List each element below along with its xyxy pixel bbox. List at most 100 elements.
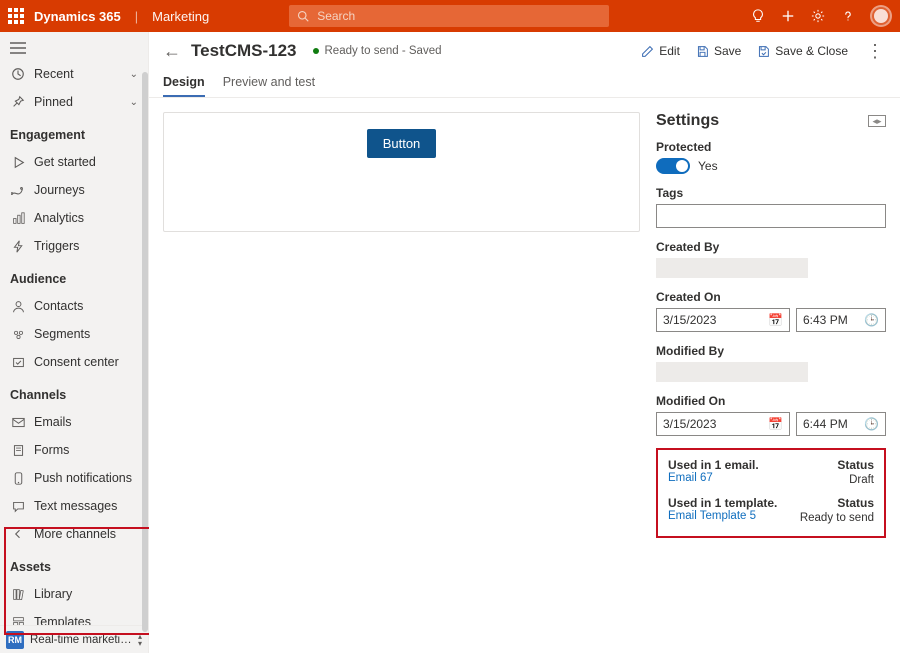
- template-icon: [10, 614, 26, 625]
- nav-label: Forms: [34, 443, 69, 457]
- nav-get-started[interactable]: Get started: [0, 148, 148, 176]
- consent-icon: [10, 354, 26, 370]
- nav-analytics[interactable]: Analytics: [0, 204, 148, 232]
- protected-toggle[interactable]: [656, 158, 690, 174]
- person-icon: [10, 298, 26, 314]
- btn-label: Edit: [659, 44, 680, 58]
- nav-label: Templates: [34, 615, 91, 625]
- created-date-input[interactable]: 3/15/2023📅: [656, 308, 790, 332]
- nav-emails[interactable]: Emails: [0, 408, 148, 436]
- modified-time-input[interactable]: 6:44 PM🕒: [796, 412, 886, 436]
- modified-date-value: 3/15/2023: [663, 417, 716, 431]
- nav-label: Library: [34, 587, 72, 601]
- nav-section-assets: Assets: [0, 548, 148, 580]
- scrollbar[interactable]: [142, 72, 148, 632]
- library-icon: [10, 586, 26, 602]
- nav-label: Journeys: [34, 183, 85, 197]
- usage-section: Used in 1 email. Status Email 67 Draft Us…: [656, 448, 886, 538]
- edit-icon: [641, 45, 654, 58]
- clock-icon: 🕒: [864, 417, 879, 431]
- btn-label: Save & Close: [775, 44, 848, 58]
- overflow-menu[interactable]: ⋮: [864, 41, 886, 62]
- settings-panel: Settings ◂▸ Protected Yes Tags Created B…: [656, 112, 886, 639]
- gear-icon[interactable]: [810, 8, 826, 24]
- designer-frame[interactable]: Button: [163, 112, 640, 232]
- nav-segments[interactable]: Segments: [0, 320, 148, 348]
- nav-library[interactable]: Library: [0, 580, 148, 608]
- usage-template-header: Used in 1 template.: [668, 496, 777, 510]
- tags-label: Tags: [656, 186, 886, 200]
- protected-value: Yes: [698, 159, 718, 173]
- nav-label: Text messages: [34, 499, 117, 513]
- nav-label: Contacts: [34, 299, 83, 313]
- global-search[interactable]: [289, 5, 609, 27]
- created-by-label: Created By: [656, 240, 886, 254]
- chevron-down-icon: ⌄: [130, 69, 138, 80]
- nav-recent[interactable]: Recent ⌄: [0, 60, 148, 88]
- lightbulb-icon[interactable]: [750, 8, 766, 24]
- created-date-value: 3/15/2023: [663, 313, 716, 327]
- nav-push[interactable]: Push notifications: [0, 464, 148, 492]
- designer-button-element[interactable]: Button: [367, 129, 437, 158]
- nav-section-engagement: Engagement: [0, 116, 148, 148]
- nav-label: Recent: [34, 67, 74, 81]
- nav-forms[interactable]: Forms: [0, 436, 148, 464]
- app-launcher-icon[interactable]: [8, 8, 24, 24]
- save-icon: [696, 45, 709, 58]
- nav-collapse-button[interactable]: [0, 32, 148, 60]
- help-icon[interactable]: [840, 8, 856, 24]
- area-badge: RM: [6, 631, 24, 649]
- save-close-button[interactable]: Save & Close: [757, 44, 848, 58]
- plus-icon[interactable]: [780, 8, 796, 24]
- nav-more-channels[interactable]: More channels: [0, 520, 148, 548]
- analytics-icon: [10, 210, 26, 226]
- save-button[interactable]: Save: [696, 44, 741, 58]
- area-switcher[interactable]: RM Real-time marketi… ▴▾: [0, 625, 148, 653]
- save-close-icon: [757, 45, 770, 58]
- tabs: Design Preview and test: [149, 70, 900, 98]
- segments-icon: [10, 326, 26, 342]
- nav-label: More channels: [34, 527, 116, 541]
- back-button[interactable]: ←: [163, 42, 181, 60]
- nav-label: Pinned: [34, 95, 73, 109]
- nav-section-audience: Audience: [0, 260, 148, 292]
- chevron-left-icon: [10, 526, 26, 542]
- usage-email-link[interactable]: Email 67: [668, 472, 713, 486]
- tags-input[interactable]: [656, 204, 886, 228]
- nav-label: Triggers: [34, 239, 79, 253]
- status-text: Ready to send - Saved: [325, 45, 442, 57]
- usage-status-label: Status: [837, 458, 874, 472]
- edit-button[interactable]: Edit: [641, 44, 680, 58]
- created-by-value: [656, 258, 808, 278]
- collapse-panel-icon[interactable]: ◂▸: [868, 115, 886, 127]
- nav-consent[interactable]: Consent center: [0, 348, 148, 376]
- created-time-input[interactable]: 6:43 PM🕒: [796, 308, 886, 332]
- search-icon: [297, 10, 309, 22]
- nav-contacts[interactable]: Contacts: [0, 292, 148, 320]
- search-input[interactable]: [315, 8, 601, 24]
- brand-name: Dynamics 365: [34, 9, 121, 24]
- nav-journeys[interactable]: Journeys: [0, 176, 148, 204]
- nav-label: Consent center: [34, 355, 119, 369]
- nav-pinned[interactable]: Pinned ⌄: [0, 88, 148, 116]
- nav-label: Segments: [34, 327, 90, 341]
- clock-icon: [10, 66, 26, 82]
- tab-preview[interactable]: Preview and test: [223, 75, 315, 97]
- usage-email-header: Used in 1 email.: [668, 458, 759, 472]
- record-status: Ready to send - Saved: [313, 45, 442, 57]
- nav-templates[interactable]: Templates: [0, 608, 148, 625]
- form-icon: [10, 442, 26, 458]
- separator: |: [135, 9, 138, 24]
- btn-label: Save: [714, 44, 741, 58]
- avatar[interactable]: [870, 5, 892, 27]
- nav-label: Get started: [34, 155, 96, 169]
- usage-template-link[interactable]: Email Template 5: [668, 510, 756, 524]
- modified-on-label: Modified On: [656, 394, 886, 408]
- tab-design[interactable]: Design: [163, 75, 205, 97]
- modified-date-input[interactable]: 3/15/2023📅: [656, 412, 790, 436]
- usage-email-status: Draft: [849, 474, 874, 486]
- modified-by-label: Modified By: [656, 344, 886, 358]
- nav-triggers[interactable]: Triggers: [0, 232, 148, 260]
- nav-text[interactable]: Text messages: [0, 492, 148, 520]
- protected-label: Protected: [656, 140, 886, 154]
